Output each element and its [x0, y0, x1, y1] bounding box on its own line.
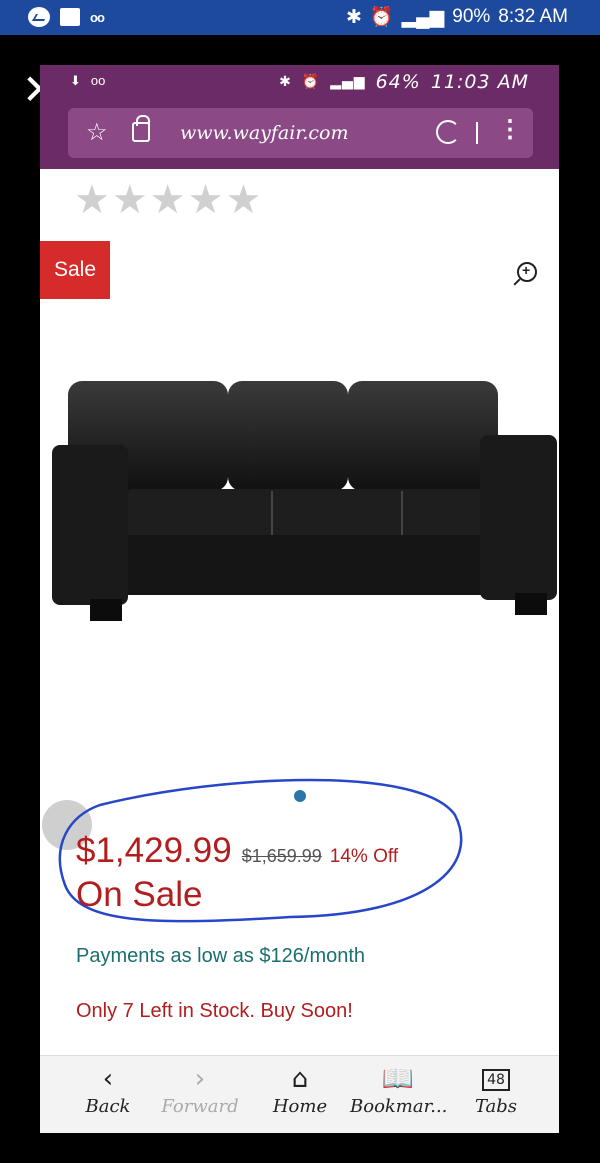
on-sale-label: On Sale	[76, 875, 203, 914]
browser-toolbar: ☆ www.wayfair.com ⋮	[40, 100, 559, 169]
original-price: $1,659.99	[241, 846, 322, 866]
browser-nav-bar: ‹ Back › Forward ⌂ Home 📖 Bookmar... 48 …	[40, 1055, 559, 1133]
carousel-dot[interactable]	[294, 790, 306, 802]
price-row: $1,429.99 $1,659.99 14% Off	[76, 831, 398, 871]
voicemail-icon: oo	[90, 9, 105, 25]
address-bar[interactable]: ☆ www.wayfair.com ⋮	[68, 108, 533, 158]
bookmarks-label: Bookmar...	[350, 1096, 448, 1117]
voicemail-icon: oo	[90, 73, 106, 88]
lock-icon[interactable]	[132, 115, 150, 142]
bookmarks-button[interactable]: 📖 Bookmar...	[350, 1064, 448, 1117]
url-text[interactable]: www.wayfair.com	[180, 122, 348, 144]
home-icon: ⌂	[291, 1064, 309, 1094]
messenger-icon	[28, 7, 50, 27]
bluetooth-icon: ✱	[345, 6, 362, 28]
outer-battery: 90%	[452, 6, 491, 27]
signal-icon: ▂▄▆	[401, 6, 445, 28]
book-icon: 📖	[381, 1064, 415, 1094]
bluetooth-icon: ✱	[279, 74, 292, 90]
sofa-image	[52, 381, 557, 621]
chevron-right-icon: ›	[194, 1064, 206, 1094]
discount-label: 14% Off	[329, 846, 399, 867]
download-icon: ⬇	[70, 73, 81, 88]
payments-link[interactable]: Payments as low as $126/month	[76, 945, 365, 968]
home-label: Home	[272, 1096, 328, 1117]
reload-icon[interactable]	[436, 120, 460, 144]
message-icon	[60, 8, 80, 26]
bookmark-star-icon[interactable]: ☆	[86, 118, 108, 147]
chevron-left-icon: ‹	[102, 1064, 114, 1094]
zoom-in-icon[interactable]: +	[517, 262, 537, 282]
screenshot-frame: ⬇ oo ✱ ⏰ ▂▄▆ 64% 11:03 AM ☆ www.wayfair.…	[40, 65, 559, 1133]
forward-button[interactable]: › Forward	[158, 1064, 242, 1117]
forward-label: Forward	[161, 1096, 239, 1117]
inner-status-bar: ⬇ oo ✱ ⏰ ▂▄▆ 64% 11:03 AM	[40, 65, 559, 100]
back-button[interactable]: ‹ Back	[78, 1064, 138, 1117]
tab-count: 48	[482, 1069, 510, 1091]
home-button[interactable]: ⌂ Home	[270, 1064, 330, 1117]
sale-badge: Sale	[40, 241, 110, 299]
more-menu-icon[interactable]: ⋮	[498, 118, 522, 142]
tabs-icon: 48	[468, 1064, 524, 1096]
inner-battery: 64%	[375, 71, 421, 93]
inner-time: 11:03 AM	[430, 71, 529, 93]
alarm-icon: ⏰	[369, 7, 394, 28]
stock-notice: Only 7 Left in Stock. Buy Soon!	[76, 1000, 353, 1022]
outer-status-bar: oo ✱ ⏰ ▂▄▆ 90% 8:32 AM	[0, 0, 600, 35]
back-label: Back	[85, 1096, 131, 1117]
sale-price: $1,429.99	[76, 831, 232, 870]
alarm-icon: ⏰	[301, 74, 321, 90]
tabs-button[interactable]: 48 Tabs	[468, 1064, 524, 1117]
signal-icon: ▂▄▆	[330, 74, 366, 90]
outer-time: 8:32 AM	[498, 6, 568, 27]
tabs-label: Tabs	[474, 1096, 518, 1117]
toolbar-divider	[476, 122, 478, 144]
rating-stars: ★★★★★	[74, 177, 264, 223]
